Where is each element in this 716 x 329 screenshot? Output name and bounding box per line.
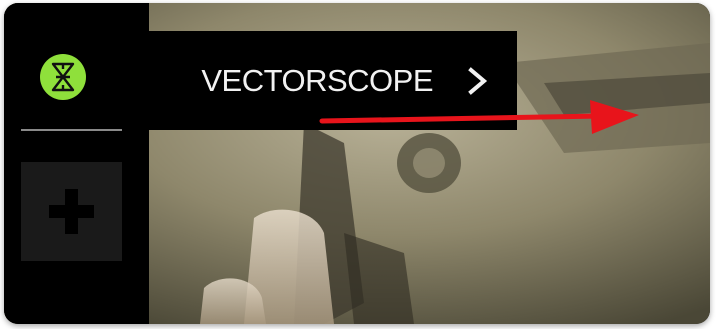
tool-selector-banner[interactable]: VECTORSCOPE [149,31,517,130]
device-screen: VECTORSCOPE [4,3,710,324]
add-tool-button[interactable] [21,162,122,261]
tool-label: VECTORSCOPE [201,62,433,98]
sidebar-divider [21,129,122,131]
vectorscope-icon[interactable] [39,53,87,101]
sidebar [4,3,149,324]
chevron-right-icon[interactable] [467,66,489,95]
plus-icon [49,189,94,234]
